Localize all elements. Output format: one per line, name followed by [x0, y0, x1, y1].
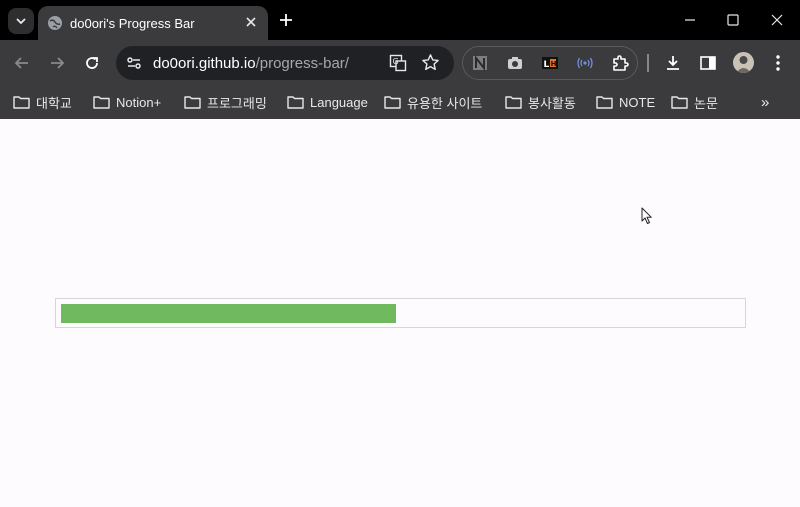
plus-icon: [280, 14, 292, 26]
site-info-icon[interactable]: [125, 54, 143, 77]
bookmarks-overflow-button[interactable]: »: [761, 94, 769, 111]
bookmark-folder[interactable]: 봉사활동: [505, 91, 576, 113]
page-content: [0, 119, 800, 507]
notion-icon[interactable]: [471, 54, 489, 77]
svg-text:H: H: [551, 60, 557, 68]
browser-tab-active[interactable]: do0ori's Progress Bar: [38, 6, 268, 40]
bookmark-label: 논문: [694, 95, 718, 111]
arrow-left-icon: [14, 57, 28, 69]
minimize-button[interactable]: [683, 10, 697, 35]
folder-icon: [13, 96, 30, 109]
folder-icon: [384, 96, 401, 109]
folder-icon: [596, 96, 613, 109]
close-tab-icon[interactable]: [244, 15, 258, 34]
bookmark-label: 유용한 사이트: [407, 95, 483, 111]
bookmark-label: Notion+: [116, 94, 162, 110]
svg-text:L: L: [544, 60, 550, 70]
back-button[interactable]: [12, 53, 32, 73]
tab-search-button[interactable]: [8, 8, 34, 34]
bookmark-folder[interactable]: NOTE: [596, 91, 655, 113]
lh-extension-icon[interactable]: LH: [541, 54, 559, 77]
folder-icon: [93, 96, 110, 109]
bookmark-label: 봉사활동: [528, 95, 576, 111]
camera-icon[interactable]: [506, 54, 524, 77]
maximize-icon: [727, 14, 739, 26]
folder-icon: [287, 96, 304, 109]
download-icon: [667, 56, 679, 70]
bookmark-label: 프로그래밍: [207, 95, 267, 111]
arrow-right-icon: [51, 57, 65, 69]
bookmark-folder[interactable]: 프로그래밍: [184, 91, 267, 113]
bookmark-label: Language: [310, 94, 368, 110]
reload-icon: [86, 57, 98, 69]
bookmark-folder[interactable]: 논문: [671, 91, 718, 113]
side-panel-button[interactable]: [698, 53, 718, 73]
reload-button[interactable]: [82, 53, 102, 73]
maximize-button[interactable]: [726, 10, 740, 35]
extensions-area: LH: [462, 46, 638, 80]
bookmark-label: 대학교: [36, 95, 72, 111]
puzzle-extensions-icon[interactable]: [611, 54, 629, 77]
folder-icon: [671, 96, 688, 109]
progress-bar-fill: [61, 304, 396, 323]
url-path: /progress-bar/: [255, 55, 349, 72]
svg-text:G: G: [393, 57, 399, 66]
downloads-button[interactable]: [663, 53, 683, 73]
tab-strip: do0ori's Progress Bar: [0, 0, 800, 40]
menu-button[interactable]: [768, 53, 788, 73]
avatar-icon: [736, 56, 751, 73]
bookmark-folder[interactable]: Language: [287, 91, 368, 113]
bookmarks-bar: 대학교 Notion+ 프로그래밍 Language 유용한 사이트 봉사활동 …: [0, 86, 800, 119]
mouse-cursor-icon: [641, 207, 653, 230]
progress-bar-track: [55, 298, 746, 328]
tab-title: do0ori's Progress Bar: [70, 16, 195, 31]
side-panel-icon: [700, 56, 716, 70]
url-text: do0ori.github.io/progress-bar/: [153, 55, 349, 72]
chevron-down-icon: [16, 18, 26, 25]
bookmark-folder[interactable]: Notion+: [93, 91, 161, 113]
profile-avatar[interactable]: [733, 52, 754, 73]
broadcast-icon[interactable]: [576, 54, 594, 77]
toolbar-divider: [647, 54, 649, 72]
globe-icon: [47, 15, 63, 36]
translate-icon[interactable]: G: [389, 54, 407, 77]
url-host: do0ori.github.io: [153, 55, 256, 72]
browser-toolbar: do0ori.github.io/progress-bar/ G LH: [0, 40, 800, 86]
forward-button[interactable]: [47, 53, 67, 73]
new-tab-button[interactable]: [276, 10, 296, 35]
bookmark-folder[interactable]: 대학교: [13, 91, 72, 113]
close-window-button[interactable]: [770, 10, 784, 35]
folder-icon: [505, 96, 522, 109]
more-vert-icon: [776, 55, 780, 71]
bookmark-folder[interactable]: 유용한 사이트: [384, 91, 482, 113]
folder-icon: [184, 96, 201, 109]
address-bar[interactable]: do0ori.github.io/progress-bar/ G: [116, 46, 454, 80]
bookmark-label: NOTE: [619, 94, 656, 110]
close-icon: [771, 14, 783, 26]
bookmark-star-icon[interactable]: [421, 53, 440, 77]
minimize-icon: [685, 19, 695, 21]
